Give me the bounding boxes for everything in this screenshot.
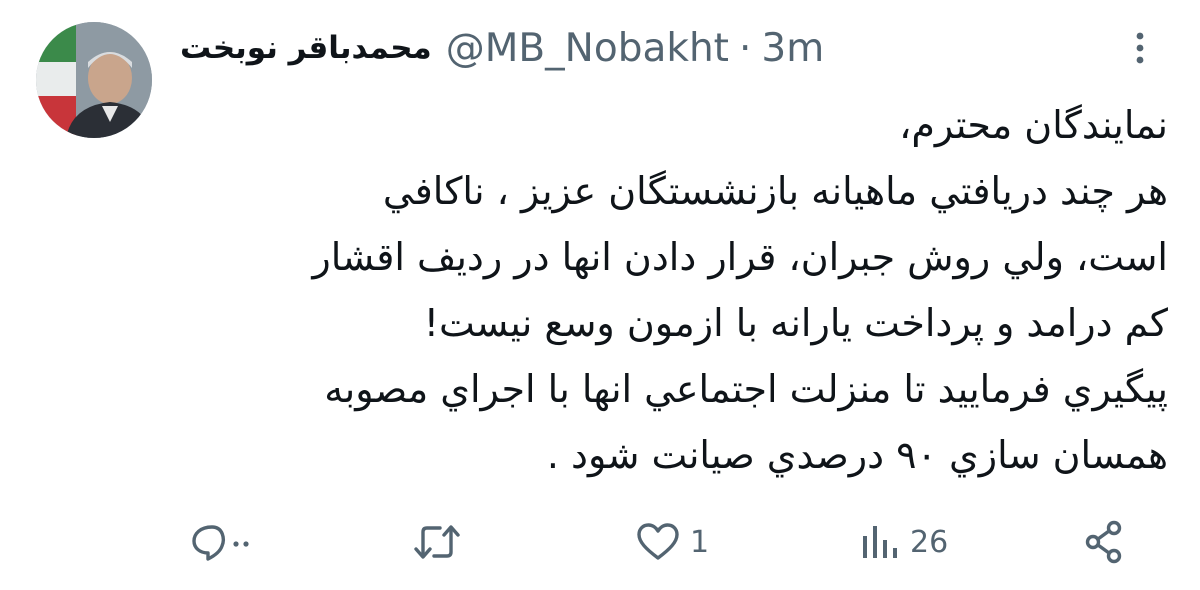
like-button[interactable]: 1 [636,510,709,574]
author-meta: @MB_Nobakht · 3m [446,26,824,71]
avatar[interactable] [36,22,152,138]
views-count: 26 [910,524,949,560]
tweet-header: محمدباقر نوبخت @MB_Nobakht · 3m [180,16,824,80]
tweet-text: نمايندگان محترم، هر چند دريافتي ماهيانه … [168,92,1168,488]
tweet-card[interactable]: محمدباقر نوبخت @MB_Nobakht · 3m نمايندگا… [0,0,1200,590]
tweet-text-line: نمايندگان محترم، [899,103,1168,147]
reply-button[interactable] [190,510,262,574]
share-button[interactable] [1084,510,1124,574]
author-display-name[interactable]: محمدباقر نوبخت [180,30,432,66]
like-count: 1 [690,524,710,560]
more-vertical-icon [1136,32,1144,64]
meta-separator: · [738,25,752,71]
retweet-button[interactable] [412,510,472,574]
share-icon [1085,520,1122,564]
profile-photo-icon [36,22,152,138]
heart-icon [637,523,679,560]
more-options-button[interactable] [1128,30,1152,66]
tweet-text-line: است، ولي روش جبران، قرار دادن انها در رد… [312,235,1168,279]
views-bar-chart-icon [863,526,897,558]
reply-icon [192,525,249,561]
tweet-text-line: كم درامد و پرداخت يارانه با ازمون وسع ني… [423,301,1168,345]
tweet-timestamp[interactable]: 3m [761,26,824,71]
tweet-actions: 1 26 [0,510,1200,574]
retweet-icon [414,525,460,559]
views-button[interactable]: 26 [860,510,948,574]
tweet-text-line: همسان سازي ۹۰ درصدي صيانت شود . [546,433,1168,477]
tweet-text-line: پيگيري فرماييد تا منزلت اجتماعي انها با … [324,367,1168,411]
tweet-text-line: هر چند دريافتي ماهيانه بازنشستگان عزيز ،… [382,169,1168,213]
author-handle[interactable]: @MB_Nobakht [446,26,729,71]
